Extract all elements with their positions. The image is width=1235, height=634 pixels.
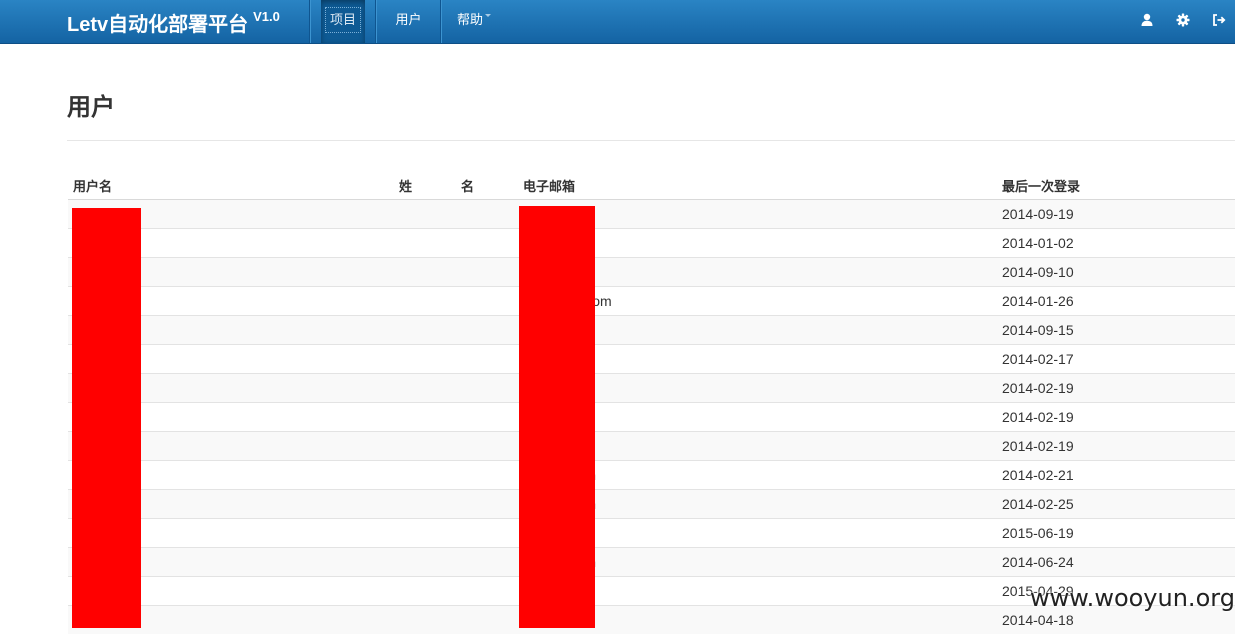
table-row: n@letv.com2015-06-19 (68, 519, 1235, 548)
last-name-cell (394, 229, 456, 258)
last-login-cell: 2014-09-10 (997, 258, 1235, 287)
nav-divider (309, 0, 311, 43)
column-header-email: 电子邮箱 (518, 171, 997, 200)
first-name-cell (456, 490, 518, 519)
nav-item-help[interactable]: 帮助 (442, 0, 506, 43)
last-login-cell: 2014-09-15 (997, 316, 1235, 345)
nav-item-users-label: 用户 (395, 12, 421, 27)
title-divider (67, 140, 1235, 141)
first-name-cell (456, 606, 518, 634)
last-login-cell: 2014-01-26 (997, 287, 1235, 316)
column-header-first-name: 名 (456, 171, 518, 200)
first-name-cell (456, 577, 518, 606)
table-row: ngg@letv.com2014-06-24 (68, 548, 1235, 577)
last-name-cell (394, 403, 456, 432)
column-header-last-login: 最后一次登录 (997, 171, 1235, 200)
last-name-cell (394, 519, 456, 548)
redaction-bar-emails (519, 206, 595, 628)
table-row: @letv.com2014-02-19 (68, 374, 1235, 403)
last-login-cell: 2014-02-21 (997, 461, 1235, 490)
first-name-cell (456, 258, 518, 287)
last-name-cell (394, 548, 456, 577)
last-name-cell (394, 490, 456, 519)
last-name-cell (394, 606, 456, 634)
first-name-cell (456, 519, 518, 548)
first-name-cell (456, 403, 518, 432)
first-name-cell (456, 548, 518, 577)
last-login-cell: 2014-02-19 (997, 403, 1235, 432)
last-name-cell (394, 374, 456, 403)
last-name-cell (394, 345, 456, 374)
table-row: tv.com2014-09-10 (68, 258, 1235, 287)
table-row: dongong@letv.com2014-01-26 (68, 287, 1235, 316)
last-name-cell (394, 577, 456, 606)
table-header-row: 用户名 姓 名 电子邮箱 最后一次登录 (68, 171, 1235, 200)
last-name-cell (394, 316, 456, 345)
table-row: tv.com2014-02-17 (68, 345, 1235, 374)
column-header-last-name: 姓 (394, 171, 456, 200)
brand[interactable]: Letv自动化部署平台 V1.0 (67, 8, 280, 37)
first-name-cell (456, 374, 518, 403)
first-name-cell (456, 461, 518, 490)
top-navbar: Letv自动化部署平台 V1.0 项目 用户 帮助 (0, 0, 1235, 44)
first-name-cell (456, 432, 518, 461)
first-name-cell (456, 345, 518, 374)
last-name-cell (394, 258, 456, 287)
last-login-cell: 2015-06-19 (997, 519, 1235, 548)
caret-down-icon (485, 14, 491, 17)
table-row: letv.com2014-09-15 (68, 316, 1235, 345)
first-name-cell (456, 200, 518, 229)
last-login-cell: 2014-02-19 (997, 432, 1235, 461)
last-login-cell: 2014-02-25 (997, 490, 1235, 519)
table-row: etv.com2014-02-19 (68, 403, 1235, 432)
redaction-bar-usernames (72, 208, 141, 628)
table-row: ngg@letv.com2014-02-21 (68, 461, 1235, 490)
users-table: 用户名 姓 名 电子邮箱 最后一次登录 etv.com2014-09-19usU… (68, 171, 1235, 634)
brand-title: Letv自动化部署平台 (67, 14, 248, 36)
first-name-cell (456, 229, 518, 258)
last-name-cell (394, 461, 456, 490)
last-login-cell: 2014-02-19 (997, 374, 1235, 403)
gear-icon[interactable] (1175, 12, 1191, 28)
last-name-cell (394, 200, 456, 229)
table-row: etv.com2014-09-19 (68, 200, 1235, 229)
page-title: 用户 (67, 87, 115, 122)
nav-item-help-label: 帮助 (457, 12, 483, 27)
column-header-username: 用户名 (68, 171, 394, 200)
last-login-cell: 2014-01-02 (997, 229, 1235, 258)
first-name-cell (456, 316, 518, 345)
last-name-cell (394, 287, 456, 316)
watermark: www.wooyun.org (1030, 584, 1235, 612)
nav-item-projects[interactable]: 项目 (321, 0, 365, 43)
first-name-cell (456, 287, 518, 316)
user-icon[interactable] (1139, 12, 1155, 28)
nav-item-projects-label: 项目 (325, 7, 361, 33)
last-login-cell: 2014-02-17 (997, 345, 1235, 374)
table-row: g11@letv.com2014-02-25 (68, 490, 1235, 519)
last-login-cell: 2014-09-19 (997, 200, 1235, 229)
sign-out-icon[interactable] (1211, 12, 1227, 28)
table-row: usUser2014-01-02 (68, 229, 1235, 258)
table-row: tv.com2014-02-19 (68, 432, 1235, 461)
last-login-cell: 2014-06-24 (997, 548, 1235, 577)
brand-version: V1.0 (253, 9, 280, 24)
nav-item-users[interactable]: 用户 (377, 0, 440, 43)
last-name-cell (394, 432, 456, 461)
